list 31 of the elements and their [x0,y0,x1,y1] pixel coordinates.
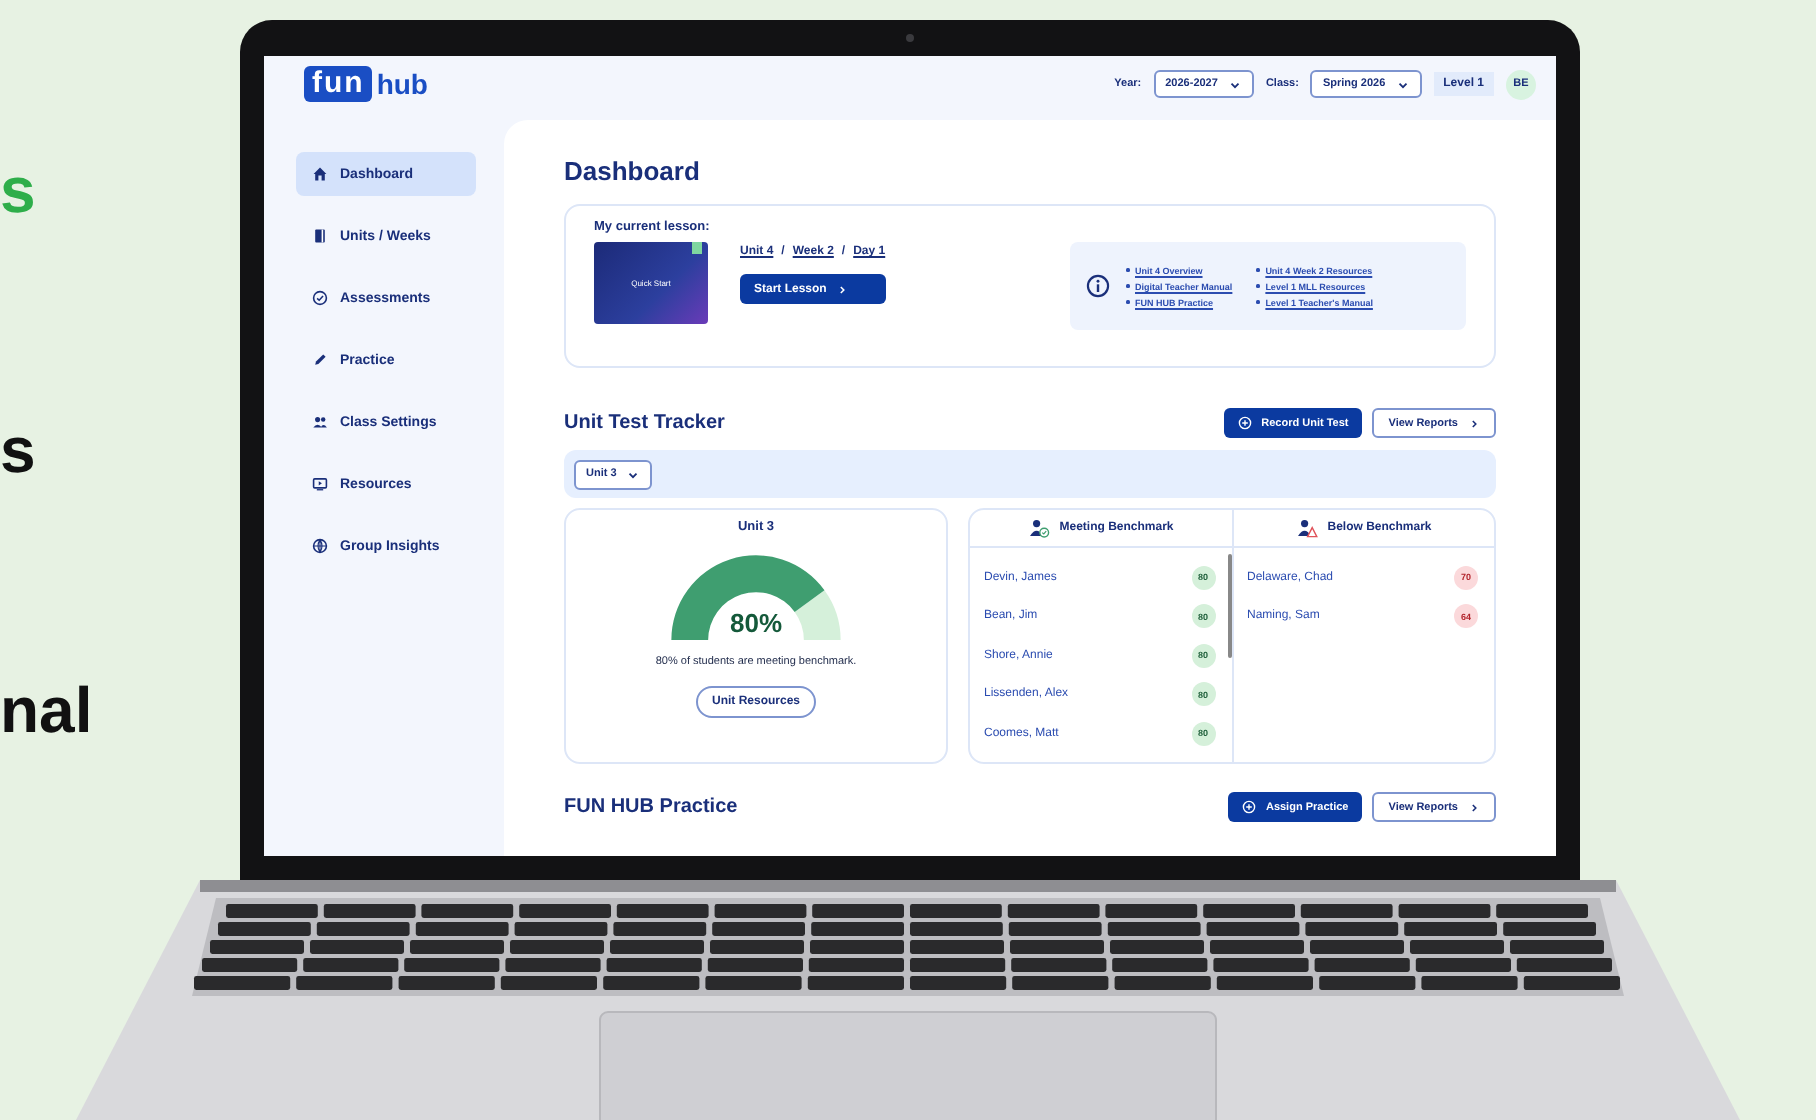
gauge-reading: 80% [729,608,783,638]
globe-icon [312,538,328,554]
chevron-down-icon [626,467,641,481]
chevron-down-icon [1227,77,1242,91]
plus-circle-icon [1241,800,1256,814]
screen-play-icon [312,476,328,492]
headline-fragment: s [0,156,36,224]
section-title: FUN HUB Practice [564,796,738,818]
book-icon [312,228,328,244]
bookmark-icon [692,242,702,254]
chevron-right-icon [1468,801,1480,813]
home-icon [312,166,328,182]
scrollbar [1227,554,1231,658]
pencil-icon [312,352,328,368]
chevron-right-icon [836,283,849,295]
camera-dot [906,34,914,42]
page-title: Dashboard [564,156,702,188]
people-icon [312,414,328,430]
chevron-down-icon [1395,77,1410,91]
headline-fragment: nal [0,676,93,744]
logo-word: hub [376,68,428,100]
check-circle-icon [312,290,328,306]
chevron-right-icon [1468,417,1480,429]
info-icon [1086,274,1110,298]
person-check-icon [1027,518,1050,538]
person-warning-icon [1295,518,1318,538]
logo-tiles: fun [304,66,373,102]
plus-circle-icon [1237,416,1252,430]
section-title: Unit Test Tracker [564,412,725,434]
headline-fragment: s [0,416,36,484]
gauge-track [794,590,841,640]
